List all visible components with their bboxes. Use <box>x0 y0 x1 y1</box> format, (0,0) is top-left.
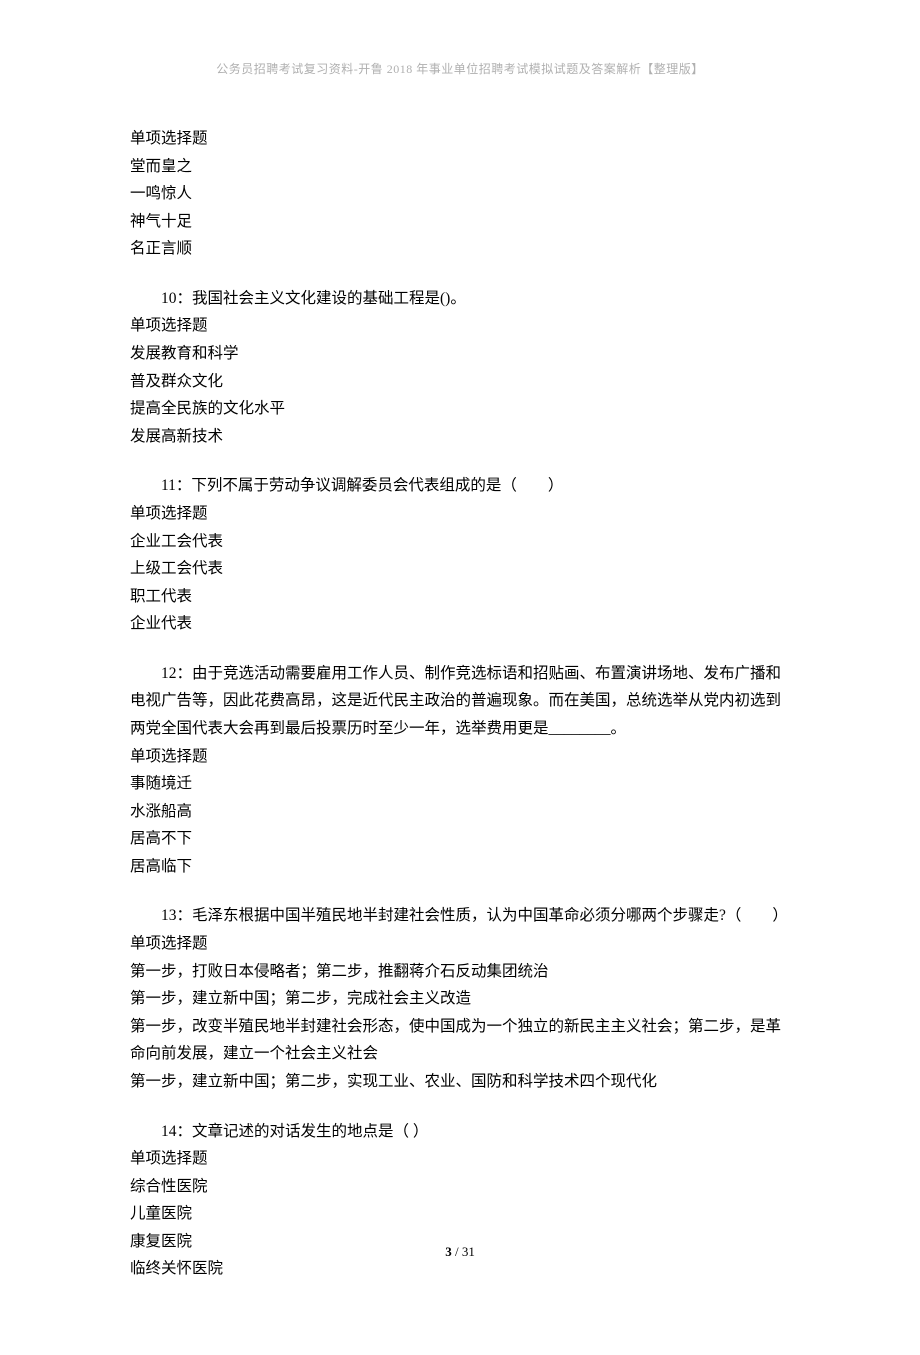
option: 企业代表 <box>130 610 790 638</box>
question-type: 单项选择题 <box>130 930 790 958</box>
option: 第一步，打败日本侵略者；第二步，推翻蒋介石反动集团统治 <box>130 958 790 986</box>
question-type: 单项选择题 <box>130 743 790 771</box>
document-body: 单项选择题 堂而皇之 一鸣惊人 神气十足 名正言顺 10：我国社会主义文化建设的… <box>130 125 790 1283</box>
question-text: 14：文章记述的对话发生的地点是（ ） <box>130 1118 790 1146</box>
option: 企业工会代表 <box>130 528 790 556</box>
option: 综合性医院 <box>130 1173 790 1201</box>
question-type: 单项选择题 <box>130 1145 790 1173</box>
page-footer: 3 / 31 <box>0 1244 920 1260</box>
option: 堂而皇之 <box>130 153 790 181</box>
question-9-fragment: 单项选择题 堂而皇之 一鸣惊人 神气十足 名正言顺 <box>130 125 790 263</box>
page-sep: / <box>452 1244 462 1259</box>
question-10: 10：我国社会主义文化建设的基础工程是()。 单项选择题 发展教育和科学 普及群… <box>130 285 790 450</box>
option: 发展教育和科学 <box>130 340 790 368</box>
option: 职工代表 <box>130 583 790 611</box>
question-text: 11：下列不属于劳动争议调解委员会代表组成的是（ ） <box>130 472 790 500</box>
option: 一鸣惊人 <box>130 180 790 208</box>
option: 名正言顺 <box>130 235 790 263</box>
question-13: 13：毛泽东根据中国半殖民地半封建社会性质，认为中国革命必须分哪两个步骤走?（ … <box>130 902 790 1095</box>
question-text: 10：我国社会主义文化建设的基础工程是()。 <box>130 285 790 313</box>
option: 居高不下 <box>130 825 790 853</box>
option: 上级工会代表 <box>130 555 790 583</box>
option: 普及群众文化 <box>130 368 790 396</box>
question-12: 12：由于竞选活动需要雇用工作人员、制作竞选标语和招贴画、布置演讲场地、发布广播… <box>130 660 790 881</box>
option: 第一步，建立新中国；第二步，完成社会主义改造 <box>130 985 790 1013</box>
option: 提高全民族的文化水平 <box>130 395 790 423</box>
option: 居高临下 <box>130 853 790 881</box>
option: 神气十足 <box>130 208 790 236</box>
option: 第一步，改变半殖民地半封建社会形态，使中国成为一个独立的新民主主义社会；第二步，… <box>130 1013 790 1068</box>
question-text: 13：毛泽东根据中国半殖民地半封建社会性质，认为中国革命必须分哪两个步骤走?（ … <box>130 902 790 930</box>
option: 第一步，建立新中国；第二步，实现工业、农业、国防和科学技术四个现代化 <box>130 1068 790 1096</box>
option: 水涨船高 <box>130 798 790 826</box>
option: 儿童医院 <box>130 1200 790 1228</box>
question-type: 单项选择题 <box>130 500 790 528</box>
question-11: 11：下列不属于劳动争议调解委员会代表组成的是（ ） 单项选择题 企业工会代表 … <box>130 472 790 637</box>
option: 发展高新技术 <box>130 423 790 451</box>
question-type: 单项选择题 <box>130 125 790 153</box>
option: 事随境迁 <box>130 770 790 798</box>
page-header: 公务员招聘考试复习资料-开鲁 2018 年事业单位招聘考试模拟试题及答案解析【整… <box>130 60 790 77</box>
page-total: 31 <box>462 1244 475 1259</box>
question-type: 单项选择题 <box>130 312 790 340</box>
question-text: 12：由于竞选活动需要雇用工作人员、制作竞选标语和招贴画、布置演讲场地、发布广播… <box>130 660 790 743</box>
